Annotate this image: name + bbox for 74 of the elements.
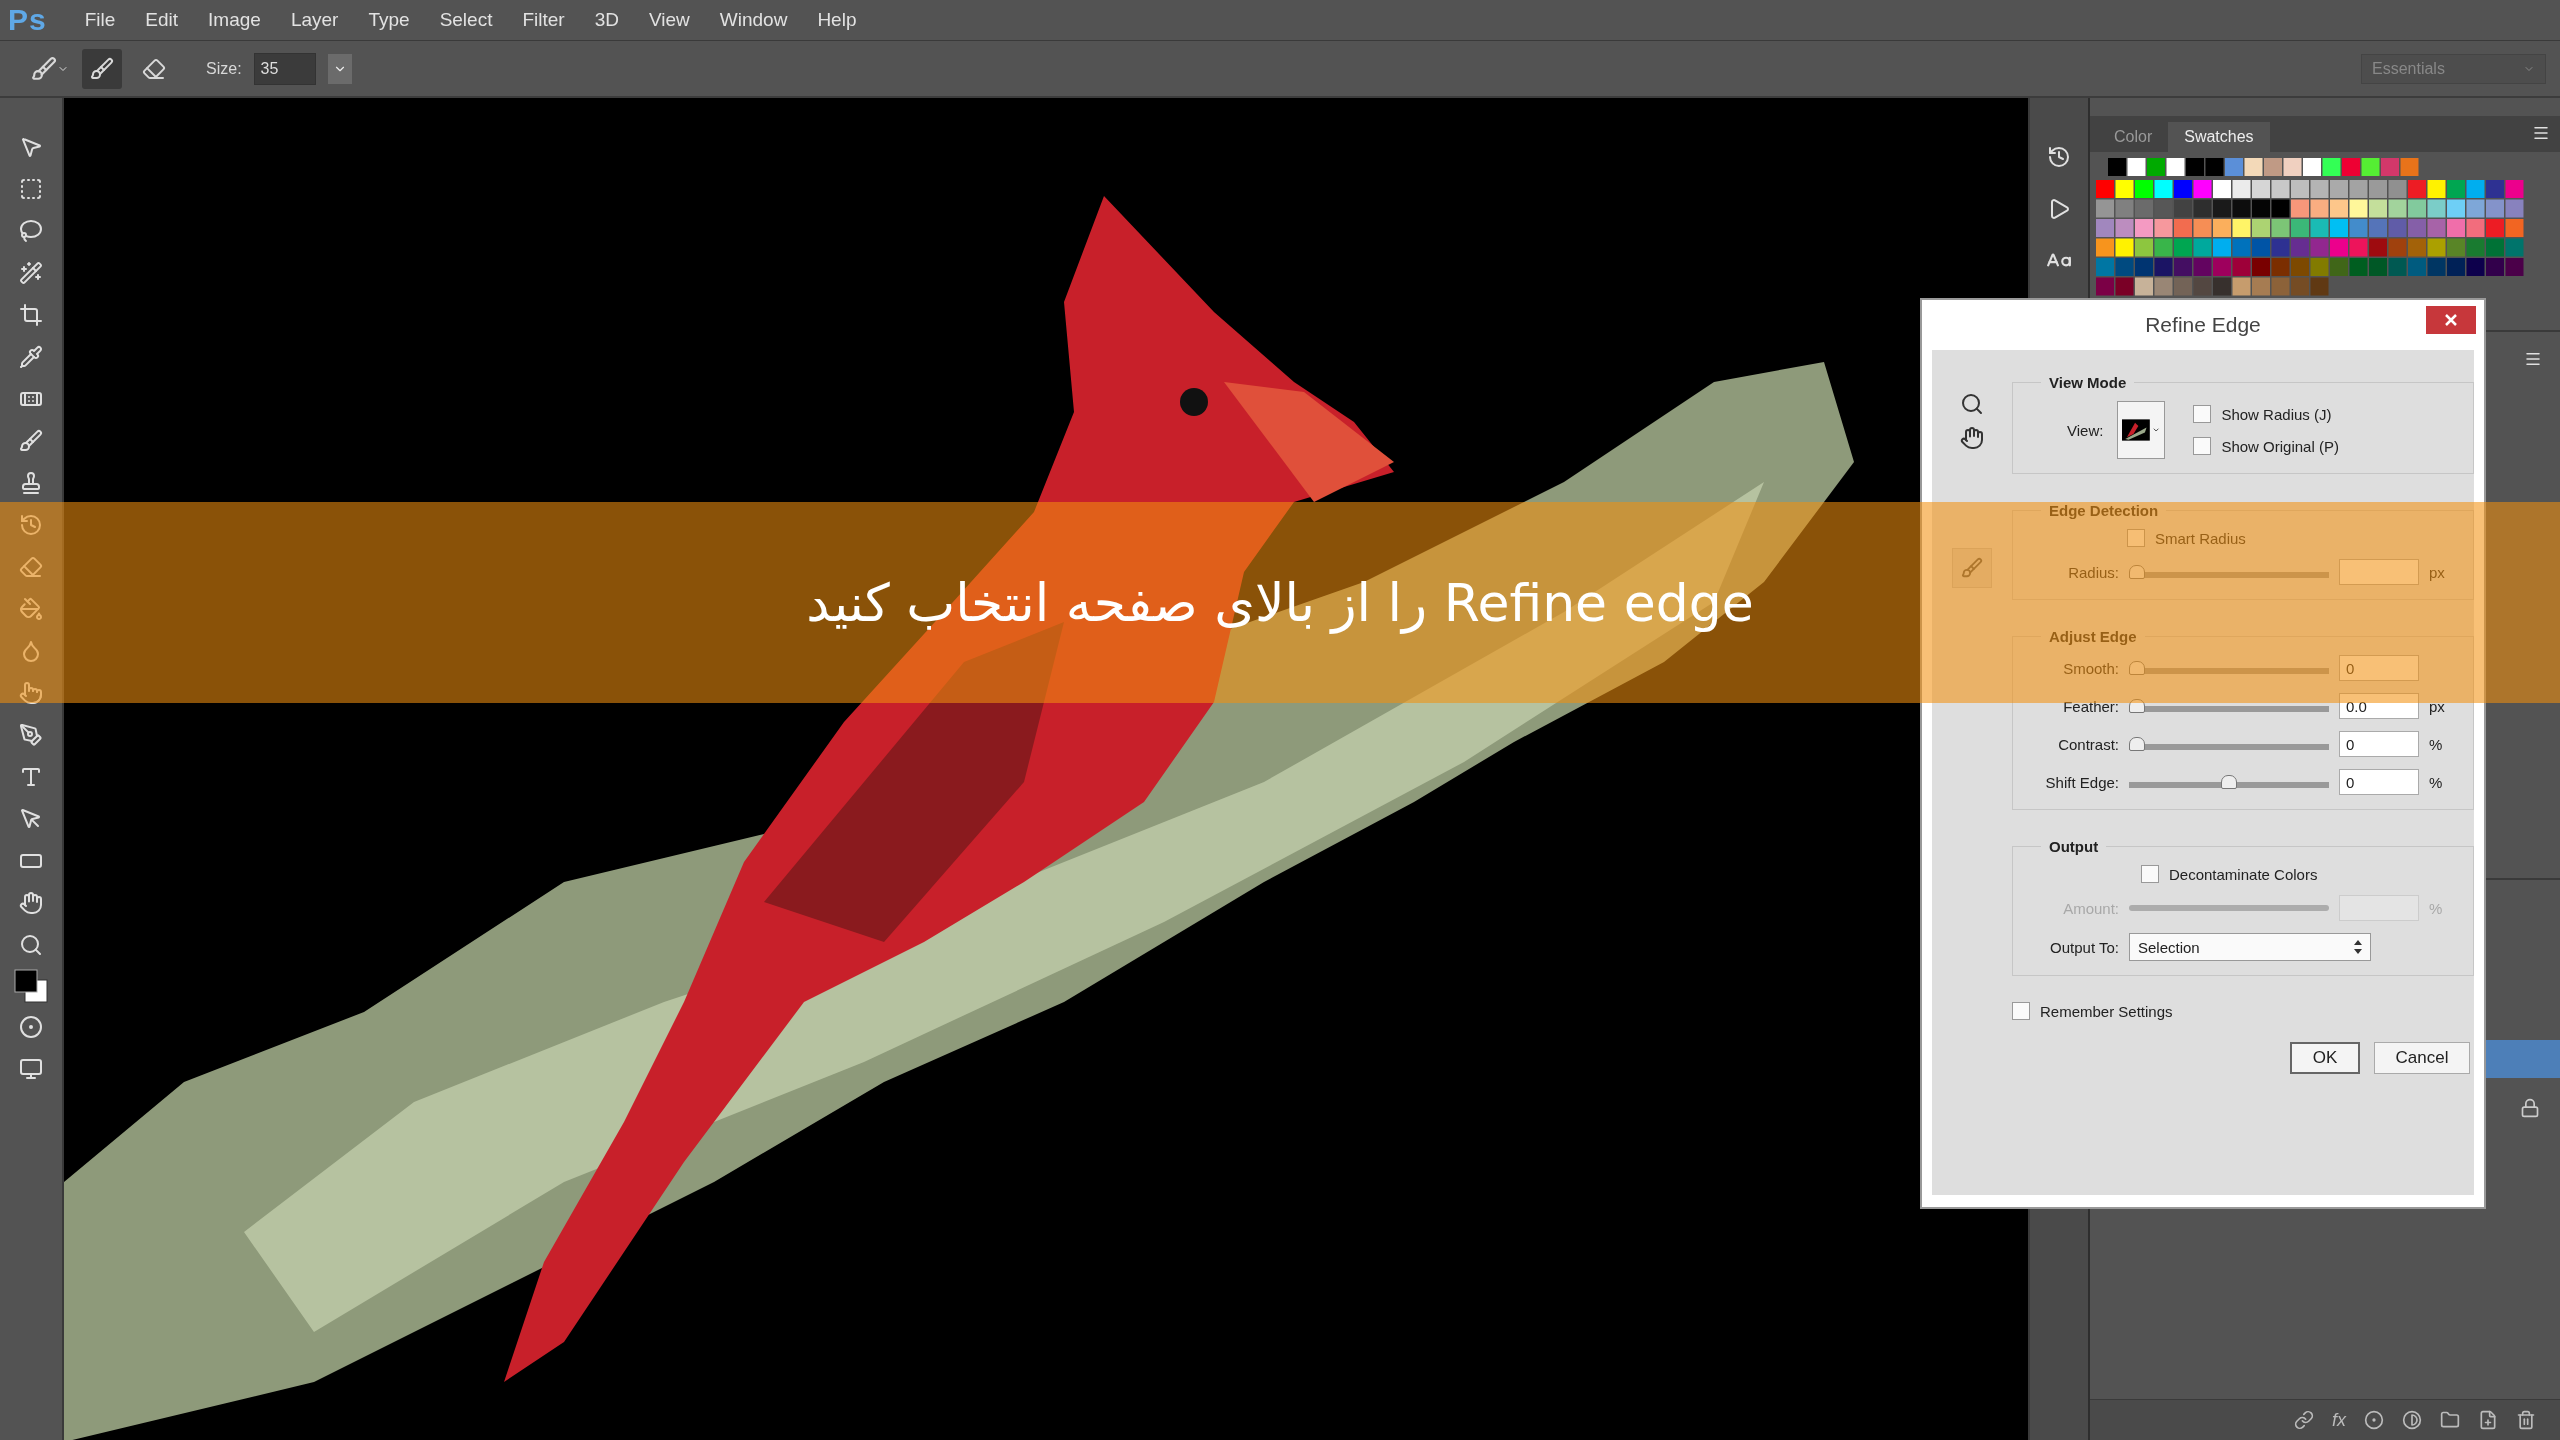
stepper-arrows-icon xyxy=(2354,940,2362,954)
menu-item[interactable]: Filter xyxy=(510,5,577,35)
brush-icon xyxy=(31,55,57,82)
slider-thumb[interactable] xyxy=(2129,737,2145,751)
cancel-button[interactable]: Cancel xyxy=(2374,1042,2470,1074)
close-icon xyxy=(2444,313,2458,327)
unit-label: px xyxy=(2429,697,2446,715)
brush-mode-button[interactable] xyxy=(82,48,122,89)
view-label: View: xyxy=(2067,421,2104,439)
menu-item[interactable]: Select xyxy=(427,5,505,35)
ok-button[interactable]: OK xyxy=(2290,1042,2360,1074)
checkbox[interactable] xyxy=(2193,437,2212,455)
mask-icon[interactable] xyxy=(2364,1410,2384,1430)
value-field[interactable]: 0 xyxy=(2339,731,2419,757)
checkbox-label: Remember Settings xyxy=(2040,1002,2173,1020)
menu-item[interactable]: Edit xyxy=(133,5,191,35)
layer-style-button[interactable]: fx xyxy=(2332,1409,2346,1431)
trash-icon[interactable] xyxy=(2516,1410,2536,1430)
value-field[interactable] xyxy=(2339,559,2419,585)
checkbox-label: Show Radius (J) xyxy=(2221,405,2332,423)
eraser-icon xyxy=(142,56,166,81)
slider-thumb[interactable] xyxy=(2129,661,2145,675)
menu-item[interactable]: 3D xyxy=(582,5,631,35)
unit-label: px xyxy=(2429,563,2446,581)
adjustment-icon[interactable] xyxy=(2402,1410,2422,1430)
dialog-title: Refine Edge xyxy=(2145,313,2261,337)
value-field[interactable]: 0.0 xyxy=(2339,693,2419,719)
output-to-dropdown[interactable]: Selection xyxy=(2129,933,2371,961)
menu-item[interactable]: Window xyxy=(707,5,800,35)
slider-label: Smooth: xyxy=(2062,659,2119,677)
slider-thumb[interactable] xyxy=(2129,565,2145,579)
unit-label: % xyxy=(2429,773,2444,791)
color-swatches-icon[interactable] xyxy=(11,968,51,1004)
menu-item[interactable]: Type xyxy=(356,5,422,35)
slider-label: Shift Edge: xyxy=(2044,773,2119,791)
slider-label: Radius: xyxy=(2067,563,2119,581)
slider-thumb[interactable] xyxy=(2221,775,2237,789)
output-to-label: Output To: xyxy=(2049,938,2119,956)
menu-item[interactable]: View xyxy=(636,5,702,35)
size-field[interactable]: 35 xyxy=(253,52,316,85)
slider-label: Feather: xyxy=(2062,697,2119,715)
menu-item[interactable]: File xyxy=(72,5,128,35)
brush-icon xyxy=(1961,557,1983,579)
link-icon[interactable] xyxy=(2294,1410,2314,1430)
slider-label: Contrast: xyxy=(2057,735,2119,753)
menu-item[interactable]: Help xyxy=(805,5,869,35)
hand-icon[interactable] xyxy=(1958,424,1986,452)
menu-item[interactable]: Layer xyxy=(278,5,351,35)
unit-label: % xyxy=(2429,735,2444,753)
brush-icon xyxy=(90,56,114,81)
app-logo: Ps xyxy=(8,3,47,37)
value-field[interactable]: 0 xyxy=(2339,655,2419,681)
view-dropdown[interactable] xyxy=(2117,401,2166,459)
checkbox[interactable] xyxy=(2127,529,2145,547)
checkbox-label: Decontaminate Colors xyxy=(2169,865,2318,883)
checkbox[interactable] xyxy=(2193,405,2212,423)
view-preview-drawing xyxy=(2122,417,2151,443)
folder-icon[interactable] xyxy=(2440,1410,2460,1430)
value-field[interactable]: 0 xyxy=(2339,769,2419,795)
panel-tab[interactable]: Color xyxy=(2098,122,2169,152)
new-layer-icon[interactable] xyxy=(2478,1410,2498,1430)
checkbox-label: Show Original (P) xyxy=(2221,437,2339,455)
size-label: Size: xyxy=(206,59,242,78)
slider-thumb[interactable] xyxy=(2129,699,2145,713)
checkbox-label: Smart Radius xyxy=(2155,529,2246,547)
unit-label: % xyxy=(2429,899,2444,917)
lock-icon xyxy=(2520,1098,2540,1118)
value-field[interactable] xyxy=(2339,895,2419,921)
checkbox[interactable] xyxy=(2012,1002,2030,1020)
menu-item[interactable]: Image xyxy=(196,5,273,35)
panel-tab[interactable]: Swatches xyxy=(2168,122,2270,152)
close-button[interactable] xyxy=(2426,306,2476,334)
caption-text: Refine edge را از بالای صفحه انتخاب کنید xyxy=(806,572,1754,633)
checkbox[interactable] xyxy=(2141,865,2159,883)
